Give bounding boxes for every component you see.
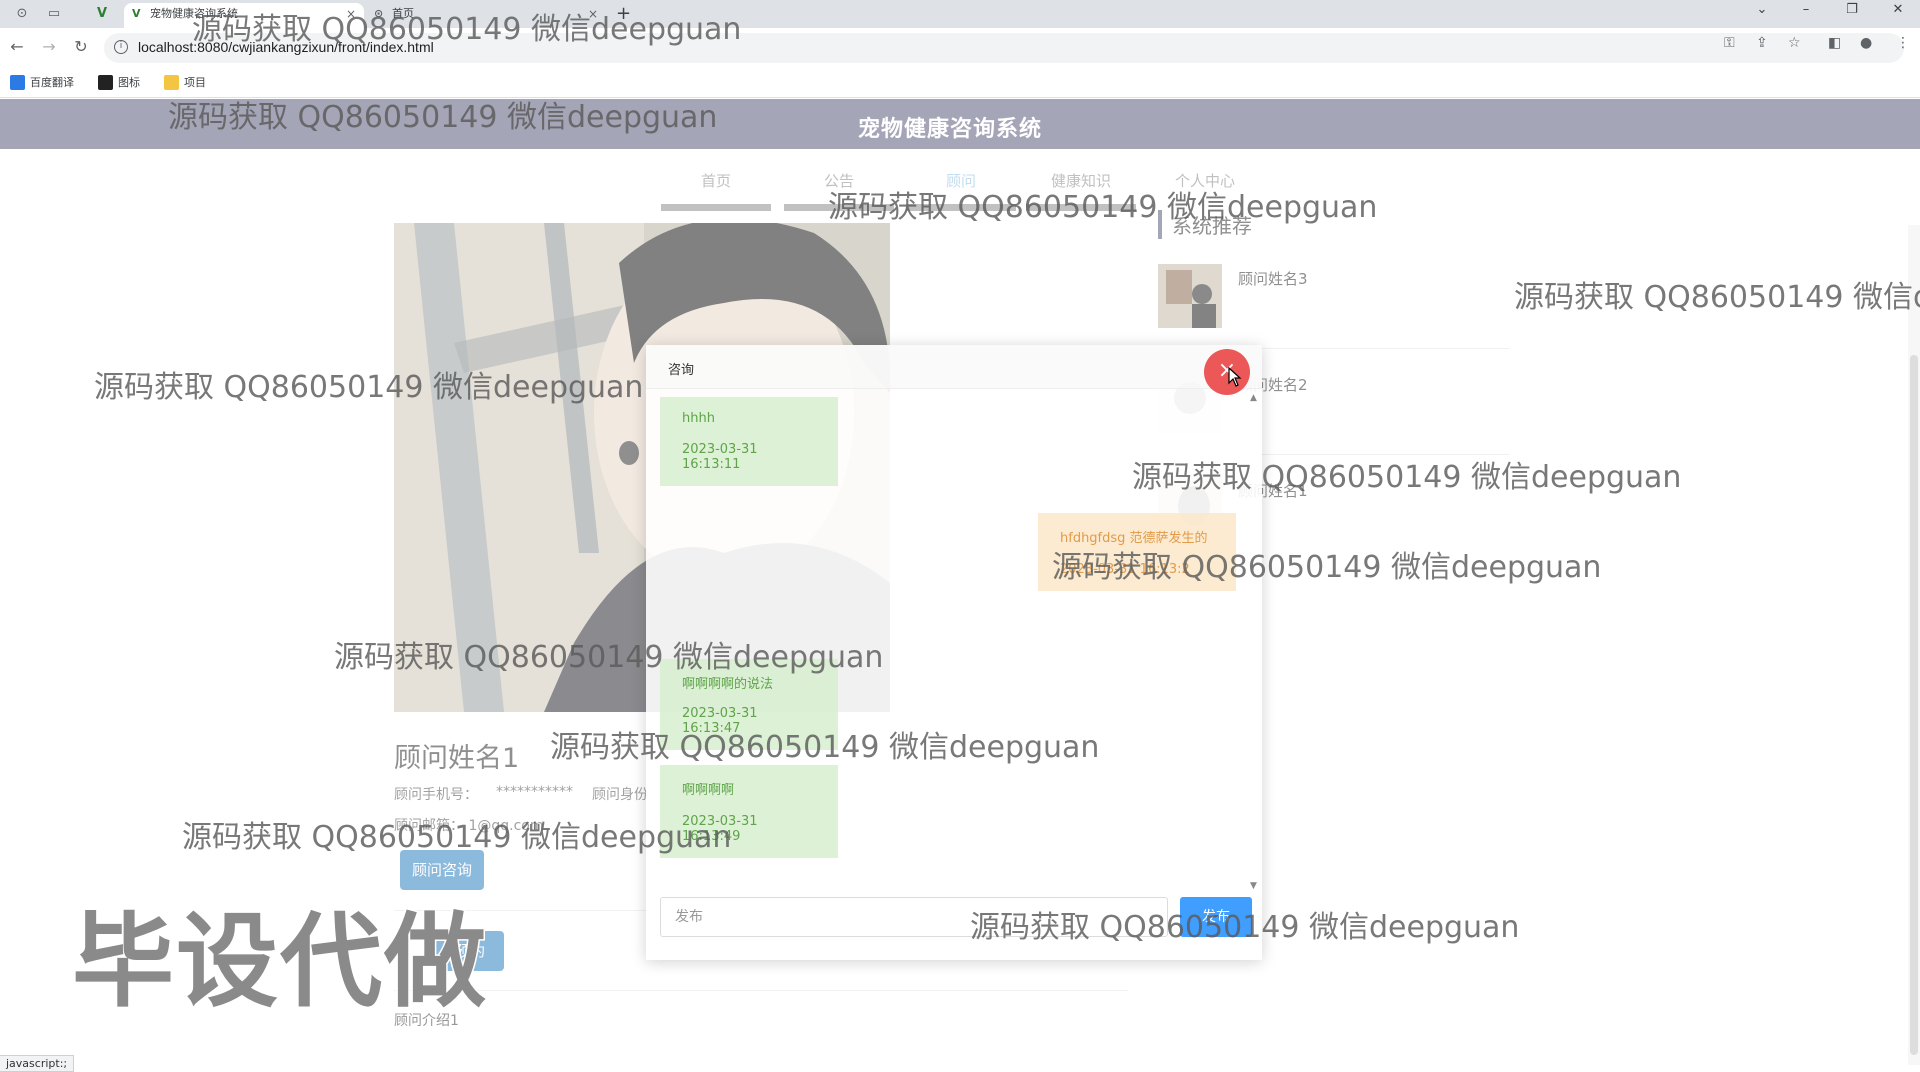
- bookmark-project[interactable]: 项目: [164, 75, 206, 91]
- chat-footer: 发布 发布: [646, 885, 1262, 955]
- send-button[interactable]: 发布: [1180, 897, 1252, 937]
- forward-icon[interactable]: →: [38, 36, 60, 58]
- consult-dialog: 咨询 × hhhh 2023-03-31 16:13:11 hfdhgfdsg …: [646, 345, 1262, 960]
- message-text: hhhh: [682, 411, 715, 426]
- message-text: 啊啊啊啊的说法: [682, 677, 774, 692]
- extension-icon[interactable]: ⊙: [14, 6, 30, 22]
- globe-icon: ⊙: [374, 7, 384, 20]
- vue-tab-icon[interactable]: V: [94, 6, 110, 22]
- share-icon[interactable]: ⇪: [1756, 35, 1768, 51]
- url-text[interactable]: localhost:8080/cwjiankangzixun/front/ind…: [138, 39, 434, 55]
- close-tab-icon[interactable]: ×: [588, 3, 598, 25]
- side-panel-icon[interactable]: ◧: [1828, 35, 1841, 51]
- message-time: 2023-03-31 16:13:49: [682, 814, 758, 844]
- bookmarks-bar: 百度翻译 图标 项目: [0, 68, 1920, 98]
- back-icon[interactable]: ←: [6, 36, 28, 58]
- chat-messages[interactable]: hhhh 2023-03-31 16:13:11 hfdhgfdsg 范德萨发生…: [646, 389, 1262, 858]
- status-bar: javascript:;: [0, 1055, 75, 1072]
- minimize-icon[interactable]: –: [1784, 2, 1828, 17]
- restore-icon[interactable]: ❐: [1830, 2, 1874, 17]
- dialog-header: 咨询: [646, 345, 1262, 389]
- site-info-icon[interactable]: i: [114, 40, 128, 54]
- menu-icon[interactable]: ⋮: [1896, 35, 1910, 51]
- window-close-icon[interactable]: ✕: [1876, 2, 1920, 17]
- message-time: 2023-03-31 16:13:47: [682, 706, 758, 736]
- image-icon: [98, 75, 113, 90]
- address-bar[interactable]: i localhost:8080/cwjiankangzixun/front/i…: [104, 33, 1904, 63]
- new-tab-button[interactable]: +: [616, 3, 631, 24]
- chat-message: hfdhgfdsg 范德萨发生的 2023-03-31 16:13:2: [1038, 513, 1236, 591]
- message-text: 啊啊啊啊: [682, 783, 735, 798]
- chat-message: hhhh 2023-03-31 16:13:11: [660, 397, 838, 486]
- message-time: 2023-03-31 16:13:11: [682, 442, 758, 472]
- message-input[interactable]: 发布: [660, 897, 1168, 937]
- tab-pet-health[interactable]: V 宠物健康咨询系统 ×: [124, 3, 364, 28]
- bookmark-baidu-translate[interactable]: 百度翻译: [10, 75, 74, 91]
- folder-icon: [164, 75, 179, 90]
- bookmark-icons[interactable]: 图标: [98, 75, 140, 91]
- vue-logo-icon: V: [132, 7, 141, 20]
- key-icon[interactable]: ⚿: [1724, 35, 1735, 51]
- tab-home[interactable]: ⊙ 首页 ×: [366, 3, 606, 28]
- chat-message: 啊啊啊啊的说法 2023-03-31 16:13:47: [660, 659, 838, 750]
- mouse-cursor-icon: [1228, 367, 1242, 387]
- dialog-title: 咨询: [668, 363, 695, 378]
- watermark-large: 毕设代做: [71, 902, 488, 1024]
- message-text: hfdhgfdsg 范德萨发生的: [1060, 531, 1208, 546]
- tab-label: 首页: [392, 7, 414, 20]
- profile-icon[interactable]: ●: [1860, 35, 1872, 51]
- scroll-up-icon[interactable]: ▲: [1250, 393, 1257, 403]
- star-icon[interactable]: ☆: [1788, 35, 1801, 51]
- tab-search-icon[interactable]: ⌄: [1740, 2, 1784, 17]
- reload-icon[interactable]: ↻: [70, 36, 92, 58]
- baidu-translate-icon: [10, 75, 25, 90]
- browser-toolbar: ← → ↻ i localhost:8080/cwjiankangzixun/f…: [0, 28, 1920, 68]
- tab-label: 宠物健康咨询系统: [150, 7, 238, 20]
- browser-tabstrip: ⊙ ▭ V V 宠物健康咨询系统 × ⊙ 首页 × + ⌄ – ❐ ✕: [0, 0, 1920, 28]
- chat-message: 啊啊啊啊 2023-03-31 16:13:49: [660, 765, 838, 858]
- blank-tab-icon[interactable]: ▭: [46, 6, 62, 22]
- close-tab-icon[interactable]: ×: [346, 3, 356, 25]
- message-time: 2023-03-31 16:13:2: [1060, 562, 1190, 577]
